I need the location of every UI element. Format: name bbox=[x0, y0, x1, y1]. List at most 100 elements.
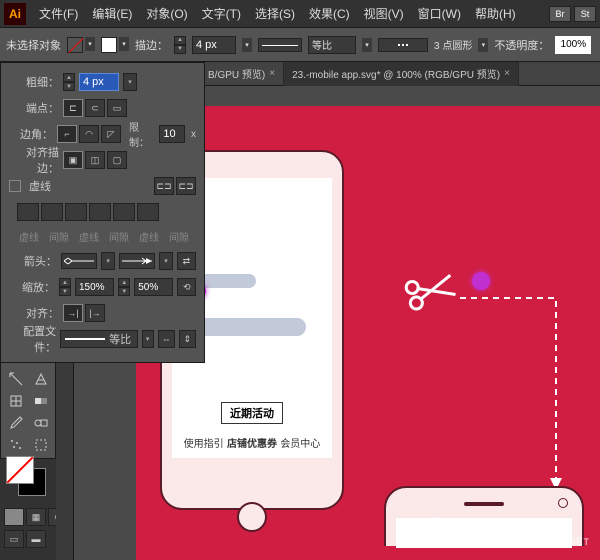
watermark-url: WWW.XITONGZHIJIA.NET bbox=[460, 537, 590, 547]
slice-tool[interactable] bbox=[3, 368, 28, 390]
cap-round[interactable]: ⊂ bbox=[85, 99, 105, 117]
brush-def-preview[interactable] bbox=[378, 38, 428, 52]
gap-2[interactable] bbox=[89, 203, 111, 221]
limit-label: 限制： bbox=[129, 119, 155, 149]
arrow-end[interactable] bbox=[119, 253, 155, 269]
align-inside[interactable]: ◫ bbox=[85, 151, 105, 169]
menu-edit[interactable]: 编辑(E) bbox=[85, 5, 139, 22]
menu-type[interactable]: 文字(T) bbox=[195, 5, 248, 22]
brush-label: 3 点圆形 bbox=[434, 37, 472, 52]
artboard-tool[interactable] bbox=[28, 434, 53, 456]
join-round[interactable]: ◠ bbox=[79, 125, 99, 143]
scale-label: 缩放： bbox=[9, 279, 55, 295]
close-icon[interactable]: × bbox=[504, 68, 510, 79]
join-bevel[interactable]: ◸ bbox=[101, 125, 121, 143]
dashed-checkbox[interactable] bbox=[9, 180, 21, 192]
profile-select[interactable]: 等比 bbox=[308, 36, 356, 54]
menu-window[interactable]: 窗口(W) bbox=[411, 5, 468, 22]
opacity-label: 不透明度： bbox=[494, 37, 549, 53]
stroke-panel: 粗细： ▲▼ 4 px ▾ 端点： ⊏ ⊂ ▭ 边角： ⌐ ◠ ◸ 限制： 10… bbox=[0, 62, 205, 363]
arrow-align-tip[interactable]: |→ bbox=[85, 304, 105, 322]
scale-end[interactable]: 50% bbox=[134, 278, 173, 296]
scale-start[interactable]: 150% bbox=[75, 278, 114, 296]
stroke-dropdown[interactable]: ▾ bbox=[119, 37, 129, 51]
align-outside[interactable]: ▢ bbox=[107, 151, 127, 169]
profile-dd[interactable]: ▾ bbox=[362, 38, 372, 52]
stroke-up[interactable]: ▲ bbox=[174, 36, 186, 45]
arrow-start[interactable] bbox=[61, 253, 97, 269]
tab-doc1[interactable]: B/GPU 预览)× bbox=[200, 62, 284, 86]
fill-color[interactable] bbox=[6, 456, 34, 484]
brush-dd[interactable]: ▾ bbox=[478, 38, 488, 52]
align-center[interactable]: ▣ bbox=[63, 151, 83, 169]
menu-help[interactable]: 帮助(H) bbox=[468, 5, 523, 22]
weight-up[interactable]: ▲ bbox=[63, 73, 75, 82]
recent-activity-label: 近期活动 bbox=[221, 402, 283, 424]
mesh-tool[interactable] bbox=[3, 390, 28, 412]
fill-swatch[interactable] bbox=[67, 37, 83, 53]
dash-2[interactable] bbox=[65, 203, 87, 221]
artboard: 近期活动 使用指引 店铺优惠券 会员中心 bbox=[136, 106, 600, 560]
stroke-down[interactable]: ▼ bbox=[174, 45, 186, 54]
profile-dd[interactable]: ▾ bbox=[142, 330, 154, 348]
dash-3[interactable] bbox=[113, 203, 135, 221]
dash-align[interactable]: ⊏⊐ bbox=[176, 177, 196, 195]
fill-stroke-indicator[interactable] bbox=[4, 454, 52, 502]
stroke-swatch[interactable] bbox=[101, 37, 117, 53]
brush-preview[interactable] bbox=[258, 38, 302, 52]
stroke-weight-dd[interactable]: ▾ bbox=[242, 38, 252, 52]
swap-arrows-icon[interactable]: ⇄ bbox=[177, 252, 196, 270]
watermark: 系统之家 WWW.XITONGZHIJIA.NET bbox=[414, 514, 590, 550]
join-miter[interactable]: ⌐ bbox=[57, 125, 77, 143]
menu-view[interactable]: 视图(V) bbox=[357, 5, 411, 22]
corner-label: 边角： bbox=[9, 126, 53, 142]
weight-input[interactable]: 4 px bbox=[79, 73, 119, 91]
color-mode[interactable] bbox=[4, 508, 24, 526]
menu-object[interactable]: 对象(O) bbox=[139, 5, 194, 22]
menu-select[interactable]: 选择(S) bbox=[248, 5, 302, 22]
flip-along-icon[interactable]: ⇔ bbox=[158, 330, 175, 348]
anchor-handle[interactable] bbox=[472, 272, 490, 290]
weight-label: 粗细： bbox=[9, 74, 59, 90]
gap-1[interactable] bbox=[41, 203, 63, 221]
menu-effect[interactable]: 效果(C) bbox=[302, 5, 357, 22]
weight-dd[interactable]: ▾ bbox=[123, 73, 137, 91]
arrow-end-dd[interactable]: ▾ bbox=[159, 252, 172, 270]
arrow-align-extend[interactable]: →| bbox=[63, 304, 83, 322]
watermark-title: 系统之家 bbox=[460, 518, 590, 537]
dashed-label: 虚线 bbox=[29, 178, 51, 194]
screen-full[interactable]: ▬ bbox=[26, 530, 46, 548]
menu-file[interactable]: 文件(F) bbox=[32, 5, 85, 22]
cap-butt[interactable]: ⊏ bbox=[63, 99, 83, 117]
dashed-arrow-path bbox=[456, 294, 576, 504]
flip-across-icon[interactable]: ⇕ bbox=[179, 330, 196, 348]
dash-1[interactable] bbox=[17, 203, 39, 221]
selection-status: 未选择对象 bbox=[6, 37, 61, 53]
close-icon[interactable]: × bbox=[269, 68, 275, 79]
link-scale-icon[interactable]: ⟲ bbox=[177, 278, 196, 296]
cap-label: 端点： bbox=[9, 100, 59, 116]
tab-doc2[interactable]: 23.-mobile app.svg* @ 100% (RGB/GPU 预览)× bbox=[284, 62, 519, 86]
weight-down[interactable]: ▼ bbox=[63, 82, 75, 91]
blend-tool[interactable] bbox=[28, 412, 53, 434]
gap-3[interactable] bbox=[137, 203, 159, 221]
arrowheads-label: 箭头： bbox=[9, 253, 57, 269]
opacity-input[interactable]: 100% bbox=[555, 36, 591, 54]
arrow-align-label: 对齐： bbox=[9, 305, 59, 321]
eyedropper-tool[interactable] bbox=[3, 412, 28, 434]
fill-dropdown[interactable]: ▾ bbox=[85, 37, 95, 51]
arrow-start-dd[interactable]: ▾ bbox=[101, 252, 114, 270]
screen-normal[interactable]: ▭ bbox=[4, 530, 24, 548]
cap-projecting[interactable]: ▭ bbox=[107, 99, 127, 117]
dash-preserve[interactable]: ⊏⊐ bbox=[154, 177, 174, 195]
symbol-sprayer-tool[interactable] bbox=[3, 434, 28, 456]
limit-input[interactable]: 10 bbox=[159, 125, 185, 143]
app-menu-bar: Ai 文件(F) 编辑(E) 对象(O) 文字(T) 选择(S) 效果(C) 视… bbox=[0, 0, 600, 28]
profile-preview[interactable]: 等比 bbox=[60, 330, 137, 348]
stroke-weight-input[interactable]: 4 px bbox=[192, 36, 236, 54]
stock-button[interactable]: St bbox=[574, 6, 596, 22]
gradient-tool[interactable] bbox=[28, 390, 53, 412]
gradient-mode[interactable]: ▦ bbox=[26, 508, 46, 526]
bridge-button[interactable]: Br bbox=[549, 6, 571, 22]
perspective-tool[interactable] bbox=[28, 368, 53, 390]
